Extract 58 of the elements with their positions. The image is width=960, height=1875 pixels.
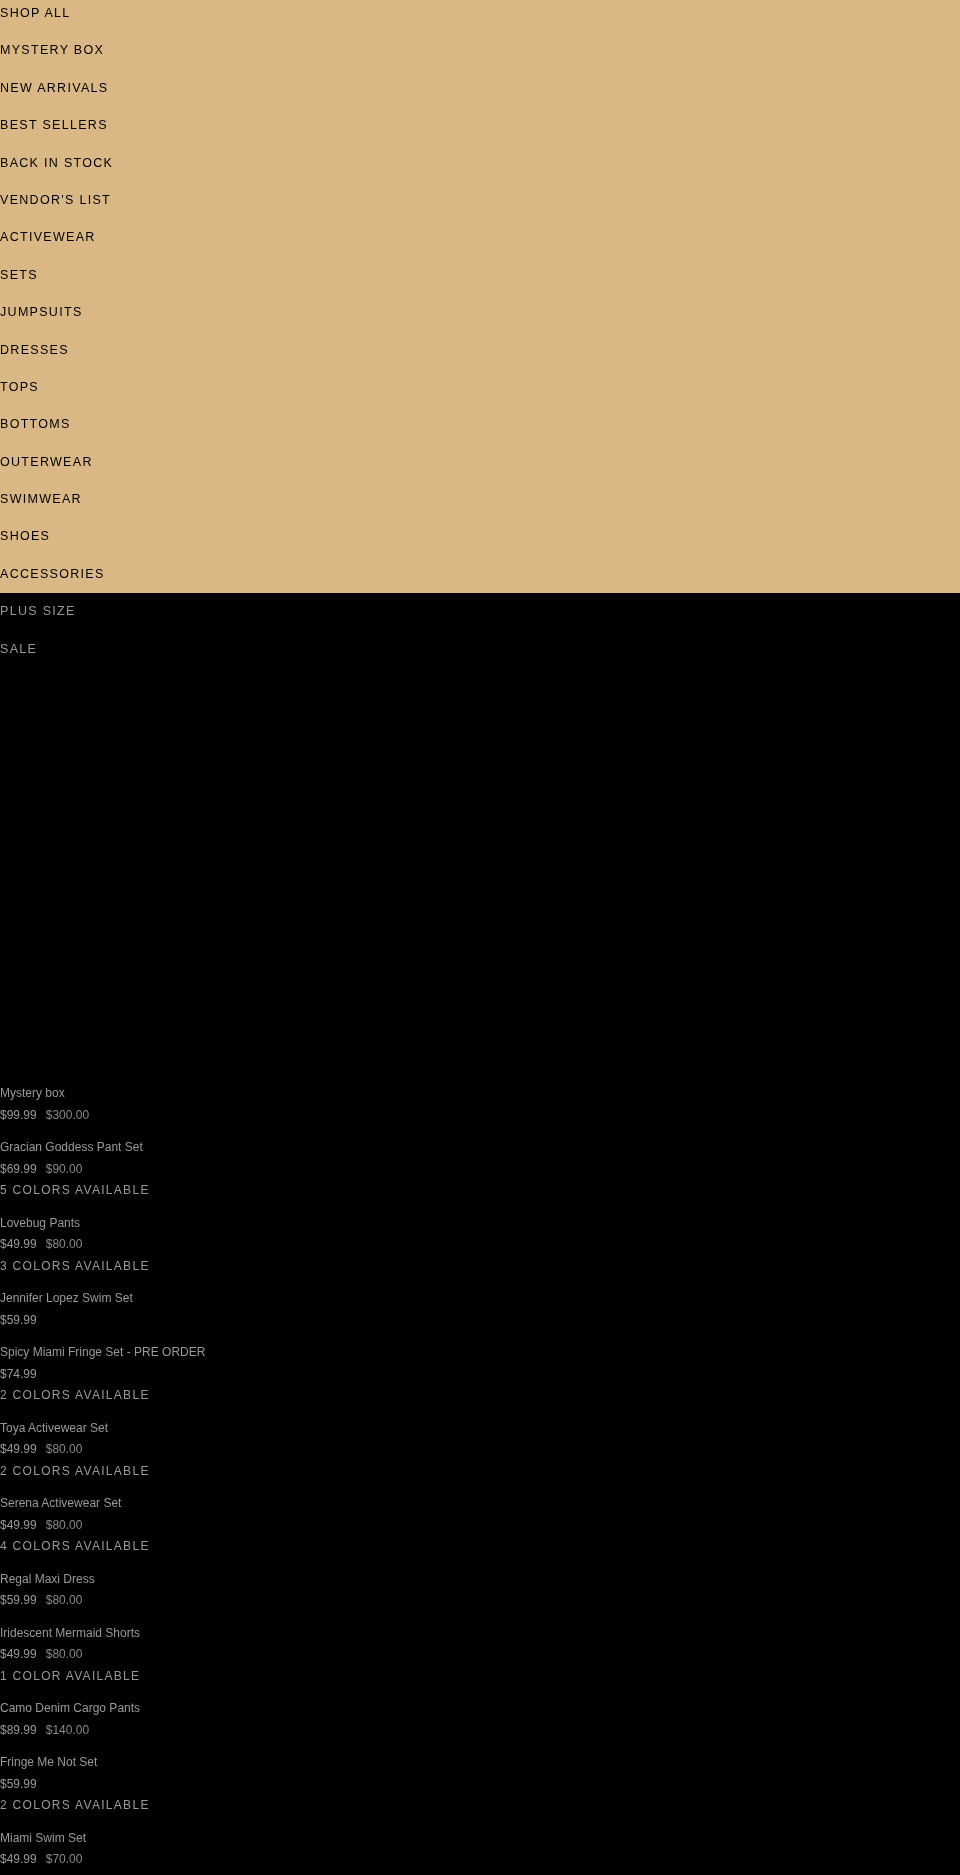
product-title[interactable]: Lovebug Pants	[0, 1212, 81, 1234]
colors-available-label: 2 COLORS AVAILABLE	[0, 1797, 150, 1814]
product-price: $49.99	[0, 1516, 37, 1534]
menu-link[interactable]: BEST SELLERS	[0, 116, 108, 135]
compare-at-price: $80.00	[45, 1441, 83, 1458]
product-title[interactable]: Fringe Me Not Set	[0, 1752, 98, 1774]
product-title[interactable]: Miami Swim Set	[0, 1827, 86, 1849]
compare-at-price: $80.00	[45, 1646, 83, 1663]
menu-link[interactable]: SETS	[0, 265, 38, 284]
product-price: $89.99	[0, 1721, 37, 1739]
product-title[interactable]: Gracian Goddess Pant Set	[0, 1137, 143, 1159]
menu-link[interactable]: BACK IN STOCK	[0, 153, 114, 172]
menu-link[interactable]: DRESSES	[0, 340, 69, 359]
menu-link[interactable]: PLUS SIZE	[0, 602, 76, 621]
product-price: $59.99	[0, 1311, 37, 1329]
menu-link[interactable]: ACTIVEWEAR	[0, 228, 96, 247]
product-title[interactable]: Jennifer Lopez Swim Set	[0, 1288, 133, 1310]
product-title[interactable]: Mystery box	[0, 1083, 65, 1105]
product-title[interactable]: Serena Activewear Set	[0, 1493, 122, 1515]
menu-link[interactable]: OUTERWEAR	[0, 452, 93, 471]
colors-available-label: 3 COLORS AVAILABLE	[0, 1257, 150, 1275]
menu-link[interactable]: BOTTOMS	[0, 415, 71, 434]
compare-at-price: $90.00	[45, 1160, 83, 1178]
product-price: $59.99	[0, 1592, 37, 1609]
menu-link[interactable]: MYSTERY BOX	[0, 41, 105, 60]
product-title[interactable]: Toya Activewear Set	[0, 1417, 109, 1439]
compare-at-price: $300.00	[45, 1106, 90, 1124]
colors-available-label: 2 COLORS AVAILABLE	[0, 1387, 150, 1404]
colors-available-label: 4 COLORS AVAILABLE	[0, 1538, 150, 1555]
menu-link[interactable]: SALE	[0, 639, 38, 658]
compare-at-price: $80.00	[45, 1236, 83, 1253]
menu-link[interactable]: SHOES	[0, 527, 51, 546]
colors-available-label: 1 COLOR AVAILABLE	[0, 1667, 141, 1685]
product-price: $49.99	[0, 1851, 37, 1868]
compare-at-price: $140.00	[45, 1721, 90, 1739]
menu-link[interactable]: VENDOR'S LIST	[0, 190, 111, 209]
menu-link[interactable]: TOPS	[0, 377, 39, 396]
product-price: $59.99	[0, 1775, 37, 1793]
colors-available-label: 5 COLORS AVAILABLE	[0, 1182, 150, 1199]
compare-at-price: $80.00	[45, 1592, 83, 1609]
product-price: $49.99	[0, 1646, 37, 1663]
menu-link[interactable]: SHOP ALL	[0, 4, 71, 22]
product-title[interactable]: Spicy Miami Fringe Set - PRE ORDER	[0, 1342, 206, 1364]
product-price: $49.99	[0, 1236, 37, 1253]
product-price: $74.99	[0, 1365, 37, 1383]
product-price: $49.99	[0, 1441, 37, 1458]
product-title[interactable]: Regal Maxi Dress	[0, 1568, 95, 1590]
product-price: $69.99	[0, 1160, 37, 1178]
menu-link[interactable]: JUMPSUITS	[0, 303, 83, 322]
menu-link[interactable]: ACCESSORIES	[0, 564, 105, 583]
compare-at-price: $80.00	[45, 1516, 83, 1534]
menu-link[interactable]: NEW ARRIVALS	[0, 78, 109, 97]
compare-at-price: $70.00	[45, 1851, 83, 1868]
product-price: $99.99	[0, 1106, 37, 1124]
colors-available-label: 2 COLORS AVAILABLE	[0, 1462, 150, 1480]
menu-link[interactable]: SWIMWEAR	[0, 490, 82, 509]
product-title[interactable]: Camo Denim Cargo Pants	[0, 1698, 141, 1720]
product-title[interactable]: Iridescent Mermaid Shorts	[0, 1622, 141, 1644]
